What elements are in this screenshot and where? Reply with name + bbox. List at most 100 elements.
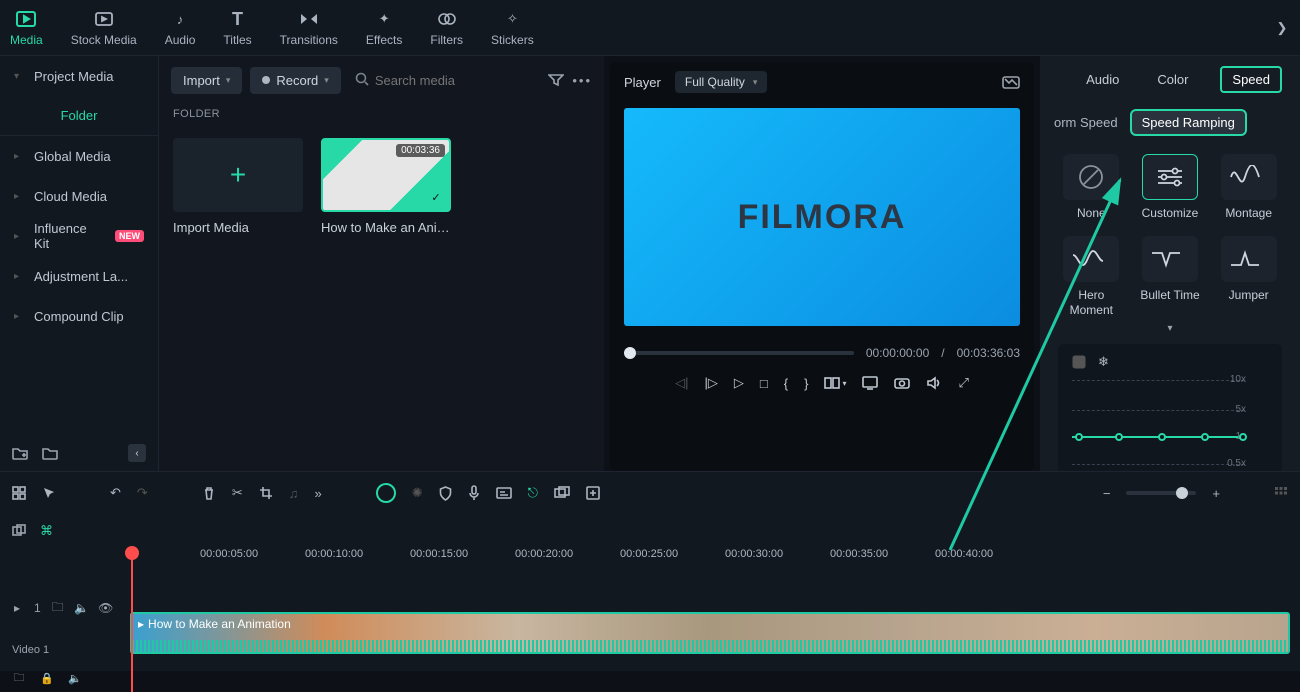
more-tabs-chevron[interactable]: ❯ [1272,18,1292,38]
tab-media[interactable]: Media [8,4,45,51]
ruler-tick: 00:00:05:00 [200,548,258,560]
panel-tab-audio[interactable]: Audio [1080,68,1125,91]
subtab-uniform-speed[interactable]: orm Speed [1054,115,1118,130]
crop-icon[interactable] [259,486,273,500]
nav-folder-tab[interactable]: Folder [0,96,158,136]
redo-icon[interactable]: ↷ [137,485,148,501]
keyframe-handle[interactable] [1201,433,1209,441]
delete-icon[interactable] [202,486,216,500]
cursor-select-icon[interactable] [42,486,56,500]
nav-cloud-media[interactable]: ▸Cloud Media [0,176,158,216]
mark-in-icon[interactable]: { [784,376,788,391]
tab-audio[interactable]: ♪Audio [163,4,198,51]
group-icon[interactable] [554,486,570,500]
nav-influence-kit[interactable]: ▸Influence KitNEW [0,216,158,256]
zoom-knob-icon[interactable] [1176,487,1188,499]
timeline-clip[interactable]: ▸How to Make an Animation [130,612,1290,654]
more-tools-icon[interactable]: » [314,486,321,501]
zoom-slider[interactable] [1126,491,1196,495]
nav-global-media[interactable]: ▸Global Media [0,136,158,176]
timeline-ruler[interactable]: 00:00:05:0000:00:10:0000:00:15:0000:00:2… [130,548,1300,580]
step-back-icon[interactable]: |▷ [705,375,718,391]
snapshot-icon[interactable] [1002,75,1020,89]
add-track-icon[interactable]: 🗀 [12,671,26,685]
search-input[interactable] [375,73,535,88]
keyframe-handle[interactable] [1115,433,1123,441]
ai-face-icon[interactable] [376,483,396,503]
preset-none[interactable]: None [1060,154,1123,220]
playback-slider[interactable] [624,351,854,355]
tab-stock-media[interactable]: Stock Media [69,4,139,51]
preset-jumper[interactable]: Jumper [1217,236,1280,317]
split-icon[interactable]: ✂ [232,485,243,501]
more-icon[interactable]: ••• [572,73,592,88]
keyframe-handle[interactable] [1158,433,1166,441]
mic-icon[interactable] [468,485,480,501]
slider-knob-icon[interactable] [624,347,636,359]
volume-icon[interactable] [926,376,942,390]
folder-icon[interactable]: 🗀 [51,601,65,615]
lock-icon[interactable]: 🔒 [40,671,54,685]
layout-grid-icon[interactable] [12,486,26,500]
keyframe-handle[interactable] [1075,433,1083,441]
freeze-frame-icon[interactable]: ❄ [1098,354,1109,370]
keyframe-handle[interactable] [1239,433,1247,441]
search-media[interactable] [349,72,541,89]
marker-icon[interactable]: ⎋ [528,485,538,501]
panel-tab-color[interactable]: Color [1151,68,1194,91]
preset-hero-moment[interactable]: Hero Moment [1060,236,1123,317]
play-icon[interactable]: ▷ [734,375,744,391]
display-options-icon[interactable]: ▾ [824,376,846,390]
tab-titles[interactable]: TTitles [221,4,253,51]
display-monitor-icon[interactable] [862,376,878,390]
keyframe-add-icon[interactable] [586,486,600,500]
preview-viewport[interactable]: FILMORA [624,108,1020,326]
visibility-icon[interactable]: 👁 [99,601,113,615]
tab-stickers[interactable]: ✧Stickers [489,4,536,51]
nav-project-media[interactable]: ▾Project Media [0,56,158,96]
mark-out-icon[interactable]: } [804,376,808,391]
fullscreen-icon[interactable]: ⤢ [958,375,968,391]
filter-icon[interactable] [548,73,564,87]
prev-frame-icon[interactable]: ◁| [675,375,688,391]
stop-icon[interactable]: □ [760,376,768,391]
preset-customize[interactable]: Customize [1139,154,1202,220]
new-folder-icon[interactable] [12,446,28,460]
tab-filters[interactable]: Filters [428,4,465,51]
nesting-icon[interactable] [12,524,26,538]
quality-dropdown[interactable]: Full Quality▾ [675,71,768,93]
import-dropdown[interactable]: Import▾ [171,67,242,94]
nav-compound-clip[interactable]: ▸Compound Clip [0,296,158,336]
import-media-card[interactable]: + Import Media [173,138,303,235]
timeline-view-icon[interactable] [1274,486,1288,500]
subtab-speed-ramping[interactable]: Speed Ramping [1130,109,1247,136]
collapse-sidebar-icon[interactable]: ‹ [128,444,146,462]
ruler-tick: 00:00:25:00 [620,548,678,560]
camera-icon[interactable] [894,376,910,390]
playhead-handle-icon[interactable] [125,546,139,560]
undo-icon[interactable]: ↶ [110,485,121,501]
preset-bullet-time[interactable]: Bullet Time [1139,236,1202,317]
graph-toggle-icon[interactable] [1072,355,1086,369]
mute-icon[interactable]: 🔈 [75,601,89,615]
nav-adjustment-layer[interactable]: ▸Adjustment La... [0,256,158,296]
beat-detect-icon[interactable]: ♫ [289,486,299,501]
tab-effects[interactable]: ✦Effects [364,4,404,51]
zoom-in-icon[interactable]: + [1212,486,1220,501]
enhance-icon[interactable]: ✺ [412,485,423,501]
preset-montage[interactable]: Montage [1217,154,1280,220]
playhead[interactable] [131,548,133,692]
zoom-out-icon[interactable]: − [1103,486,1111,501]
panel-tab-speed[interactable]: Speed [1220,66,1282,93]
ruler-tick: 00:00:35:00 [830,548,888,560]
shield-icon[interactable] [439,486,452,501]
tab-transitions[interactable]: Transitions [278,4,340,51]
video-track-header[interactable]: ▸ 1 🗀 🔈 👁 [0,601,130,615]
media-clip-card[interactable]: 00:03:36 ✓ How to Make an Anim... [321,138,451,235]
link-icon[interactable]: ⌘ [40,523,53,539]
subtitle-icon[interactable] [496,486,512,500]
record-dropdown[interactable]: Record▾ [250,67,340,94]
mute-icon[interactable]: 🔈 [68,671,82,685]
expand-presets-icon[interactable]: ▾ [1040,321,1300,336]
folder-icon[interactable] [42,446,58,460]
